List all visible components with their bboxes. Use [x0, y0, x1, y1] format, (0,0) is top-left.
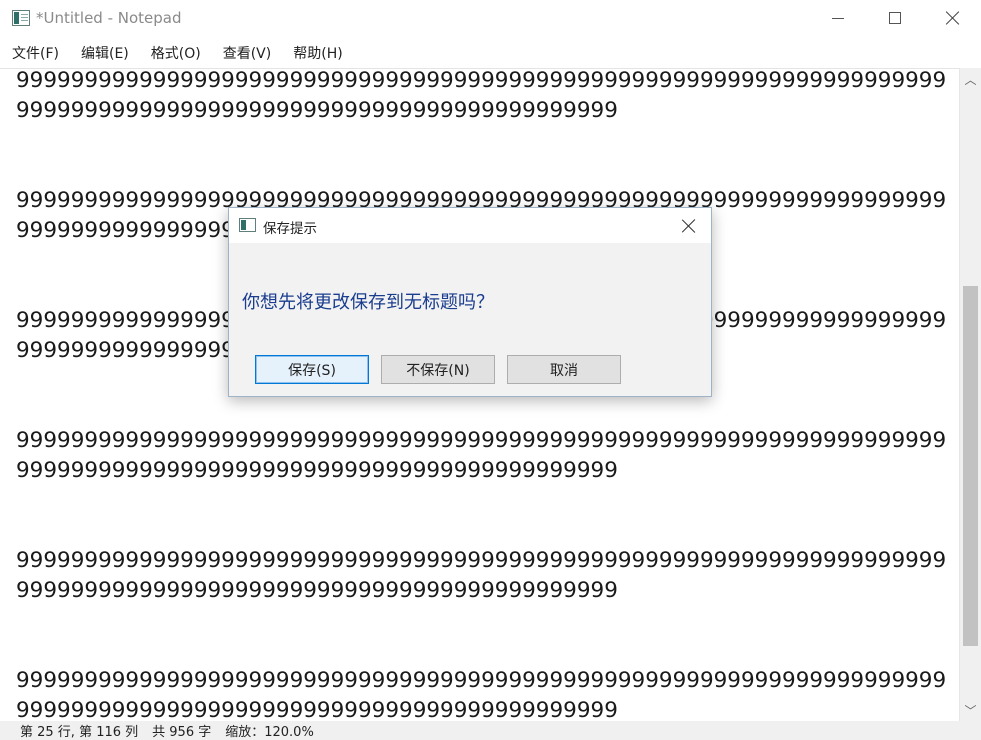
maximize-button[interactable] — [867, 0, 923, 36]
menu-file[interactable]: 文件(F) — [4, 40, 67, 66]
close-button[interactable] — [925, 0, 981, 36]
menu-help[interactable]: 帮助(H) — [285, 40, 350, 66]
save-prompt-dialog: 保存提示 你想先将更改保存到无标题吗？ 保存(S) 不保存(N) 取消 — [228, 207, 712, 397]
menu-format[interactable]: 格式(O) — [143, 40, 209, 66]
minimize-icon — [832, 17, 844, 19]
close-icon — [946, 11, 960, 25]
scroll-down-icon[interactable]: ﹀ — [960, 699, 981, 721]
dont-save-button[interactable]: 不保存(N) — [381, 355, 495, 384]
cancel-button[interactable]: 取消 — [507, 355, 621, 384]
zoom-level: 缩放：120.0% — [225, 725, 314, 740]
dialog-message: 你想先将更改保存到无标题吗？ — [242, 292, 494, 313]
notepad-icon — [12, 10, 30, 26]
close-icon — [682, 219, 696, 233]
vertical-scrollbar[interactable]: ︿ ﹀ — [959, 68, 981, 721]
character-count: 共 956 字 — [152, 725, 212, 740]
title-bar: *Untitled - Notepad — [0, 0, 981, 38]
minimize-button[interactable] — [810, 0, 866, 36]
status-bar: 第 25 行, 第 116 列 共 956 字 缩放：120.0% — [0, 721, 981, 740]
scroll-up-icon[interactable]: ︿ — [960, 68, 981, 90]
dialog-title: 保存提示 — [263, 221, 317, 237]
notepad-icon — [239, 218, 256, 232]
menu-bar: 文件(F) 编辑(E) 格式(O) 查看(V) 帮助(H) — [0, 38, 981, 68]
dialog-close-button[interactable] — [675, 213, 703, 239]
window-title: *Untitled - Notepad — [36, 9, 182, 27]
scroll-thumb[interactable] — [963, 286, 978, 646]
cursor-position: 第 25 行, 第 116 列 — [20, 725, 139, 740]
menu-edit[interactable]: 编辑(E) — [73, 40, 137, 66]
dialog-title-bar: 保存提示 — [229, 208, 711, 243]
save-button[interactable]: 保存(S) — [255, 355, 369, 384]
menu-view[interactable]: 查看(V) — [215, 40, 280, 66]
maximize-icon — [889, 12, 901, 24]
